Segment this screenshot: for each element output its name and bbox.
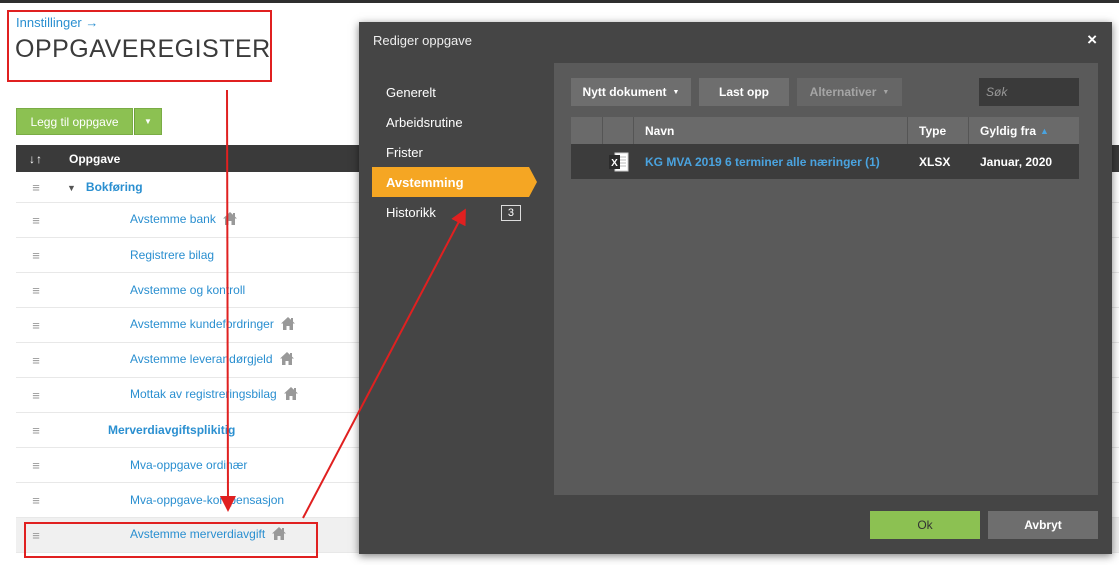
annotation-arrow-down [219, 89, 236, 512]
annotation-arrows [219, 89, 466, 519]
annotation-arrow-diagonal [302, 208, 466, 519]
